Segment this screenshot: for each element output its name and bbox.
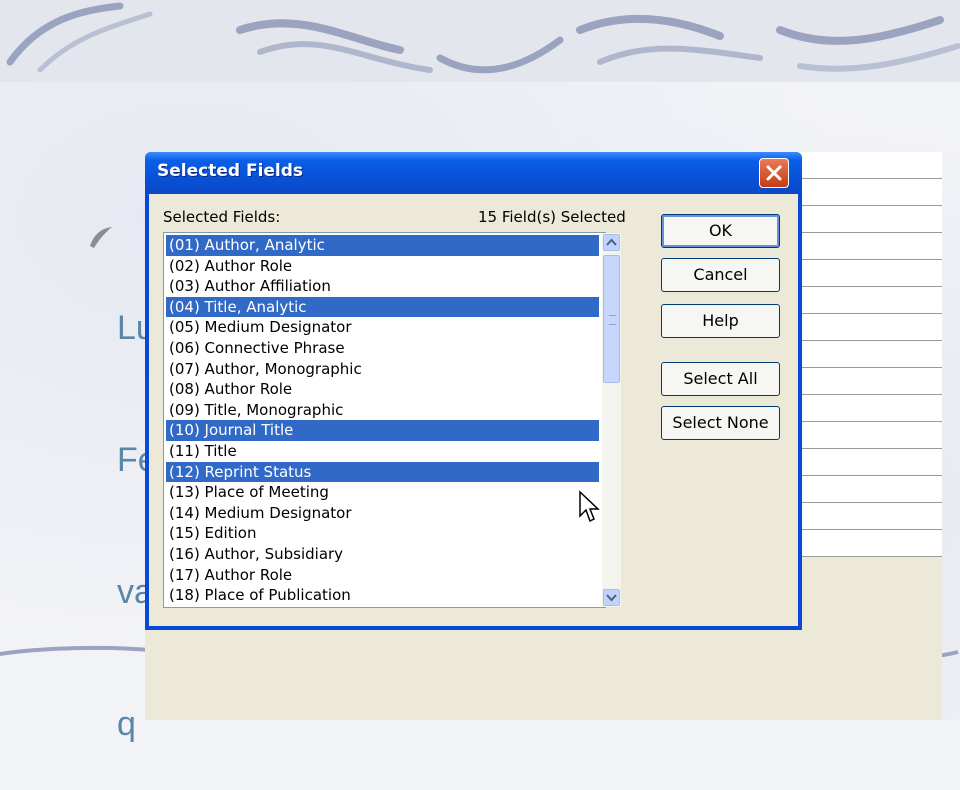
background-row bbox=[795, 287, 942, 314]
background-window-rows bbox=[795, 152, 942, 582]
decorative-top-swirls bbox=[0, 0, 960, 82]
close-button[interactable] bbox=[759, 158, 789, 188]
field-list-item[interactable]: (12) Reprint Status bbox=[166, 461, 599, 483]
field-list-item[interactable]: (16) Author, Subsidiary bbox=[166, 544, 599, 565]
field-list-item[interactable]: (07) Author, Monographic bbox=[166, 359, 599, 380]
background-row bbox=[795, 368, 942, 395]
background-row bbox=[795, 260, 942, 287]
dialog-title: Selected Fields bbox=[157, 161, 304, 181]
cancel-button[interactable]: Cancel bbox=[661, 258, 780, 292]
field-list-item[interactable]: (10) Journal Title bbox=[166, 420, 599, 441]
field-list-item[interactable]: (05) Medium Designator bbox=[166, 317, 599, 338]
field-list-item[interactable]: (06) Connective Phrase bbox=[166, 338, 599, 359]
background-row bbox=[795, 503, 942, 530]
background-row bbox=[795, 530, 942, 557]
ok-button[interactable]: OK bbox=[661, 214, 780, 248]
field-list-item[interactable]: (15) Edition bbox=[166, 523, 599, 544]
field-list-item[interactable]: (18) Place of Publication bbox=[166, 585, 599, 606]
dialog-title-bar[interactable]: Selected Fields bbox=[145, 152, 802, 194]
scroll-up-button[interactable] bbox=[603, 234, 620, 251]
fields-selected-count: 15 Field(s) Selected bbox=[478, 208, 626, 226]
background-row bbox=[795, 314, 942, 341]
background-row bbox=[795, 422, 942, 449]
field-list-item[interactable]: (03) Author Affiliation bbox=[166, 276, 599, 297]
dialog-body: Selected Fields: 15 Field(s) Selected (0… bbox=[149, 194, 798, 626]
scroll-up-icon bbox=[606, 238, 617, 246]
scroll-grip bbox=[609, 315, 616, 325]
help-button[interactable]: Help bbox=[661, 304, 780, 338]
background-row bbox=[795, 476, 942, 503]
background-row bbox=[795, 179, 942, 206]
scroll-down-icon bbox=[606, 594, 617, 602]
selected-fields-label: Selected Fields: bbox=[163, 208, 281, 226]
fields-list: (01) Author, Analytic (02) Author Role (03… bbox=[166, 235, 599, 606]
fields-listbox[interactable]: (01) Author, Analytic (02) Author Role (03… bbox=[163, 232, 621, 608]
field-list-item[interactable]: (17) Author Role bbox=[166, 565, 599, 586]
field-list-item[interactable]: (01) Author, Analytic bbox=[166, 235, 599, 256]
background-row bbox=[795, 152, 942, 179]
background-row bbox=[795, 206, 942, 233]
background-row bbox=[795, 449, 942, 476]
field-list-item[interactable]: (14) Medium Designator bbox=[166, 503, 599, 524]
mouse-pointer-icon bbox=[579, 490, 600, 523]
scroll-down-button[interactable] bbox=[603, 589, 620, 606]
field-list-item[interactable]: (13) Place of Meeting bbox=[166, 482, 599, 503]
field-list-item[interactable]: (09) Title, Monographic bbox=[166, 400, 599, 421]
background-row bbox=[795, 233, 942, 260]
scroll-thumb[interactable] bbox=[603, 255, 620, 383]
background-row bbox=[795, 395, 942, 422]
selected-fields-dialog: Selected Fields Selected Fields: 15 Fiel… bbox=[145, 152, 802, 630]
field-list-item[interactable]: (04) Title, Analytic bbox=[166, 296, 599, 318]
background-row bbox=[795, 341, 942, 368]
select-none-button[interactable]: Select None bbox=[661, 406, 780, 440]
select-all-button[interactable]: Select All bbox=[661, 362, 780, 396]
close-icon bbox=[766, 165, 782, 181]
field-list-item[interactable]: (08) Author Role bbox=[166, 379, 599, 400]
field-list-item[interactable]: (02) Author Role bbox=[166, 256, 599, 277]
field-list-item[interactable]: (11) Title bbox=[166, 441, 599, 462]
bullet-icon bbox=[90, 227, 112, 248]
vertical-scrollbar[interactable] bbox=[602, 233, 621, 607]
